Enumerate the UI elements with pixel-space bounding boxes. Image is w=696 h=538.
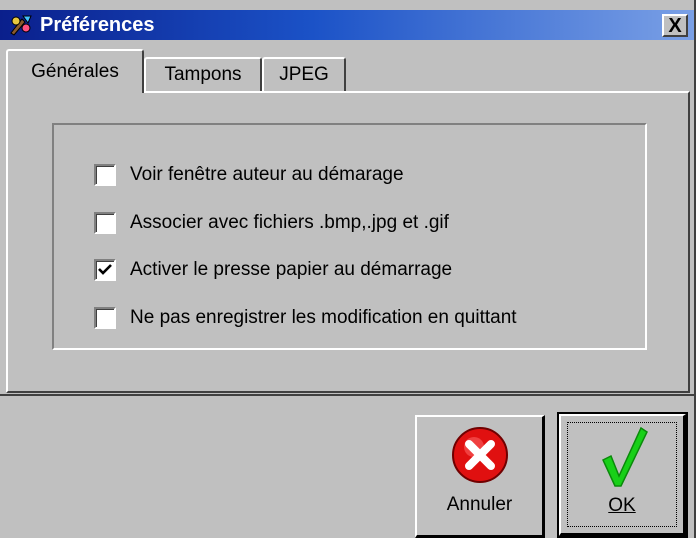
option-associate-files[interactable]: Associer avec fichiers .bmp,.jpg et .gif: [94, 209, 449, 237]
option-label: Voir fenêtre auteur au démarage: [130, 164, 404, 185]
checkbox[interactable]: [94, 212, 116, 234]
title-bar[interactable]: Préférences X: [0, 10, 694, 40]
tab-jpeg[interactable]: JPEG: [262, 57, 346, 91]
check-icon: [602, 426, 648, 487]
separator: [0, 394, 694, 396]
option-label: Ne pas enregistrer les modification en q…: [130, 307, 517, 328]
tab-label: Générales: [31, 61, 119, 82]
ok-button[interactable]: OK: [557, 412, 688, 538]
option-label: Activer le presse papier au démarrage: [130, 259, 453, 280]
tab-label: Tampons: [164, 64, 242, 85]
preferences-dialog: Préférences X Générales Tampons JPEG Voi…: [0, 0, 696, 538]
tab-generales[interactable]: Générales: [6, 49, 144, 93]
option-no-save-on-exit[interactable]: Ne pas enregistrer les modification en q…: [94, 304, 517, 332]
checkbox-checked[interactable]: [94, 259, 116, 281]
cancel-icon: [452, 427, 508, 483]
cancel-button[interactable]: Annuler: [415, 415, 545, 538]
option-enable-clipboard[interactable]: Activer le presse papier au démarrage: [94, 256, 452, 284]
window-title: Préférences: [40, 14, 155, 36]
close-button[interactable]: X: [662, 14, 688, 37]
tab-label: JPEG: [279, 64, 329, 85]
ok-label: OK: [608, 495, 636, 516]
option-label: Associer avec fichiers .bmp,.jpg et .gif: [130, 212, 449, 233]
checkbox[interactable]: [94, 307, 116, 329]
close-icon: X: [668, 14, 682, 37]
palette-icon: [10, 15, 32, 36]
tab-tampons[interactable]: Tampons: [144, 57, 262, 91]
ok-button-face[interactable]: OK: [559, 414, 686, 536]
cancel-label: Annuler: [446, 494, 513, 515]
checkbox[interactable]: [94, 164, 116, 186]
option-show-author-window[interactable]: Voir fenêtre auteur au démarage: [94, 161, 404, 189]
checkmark-icon: [98, 264, 112, 275]
